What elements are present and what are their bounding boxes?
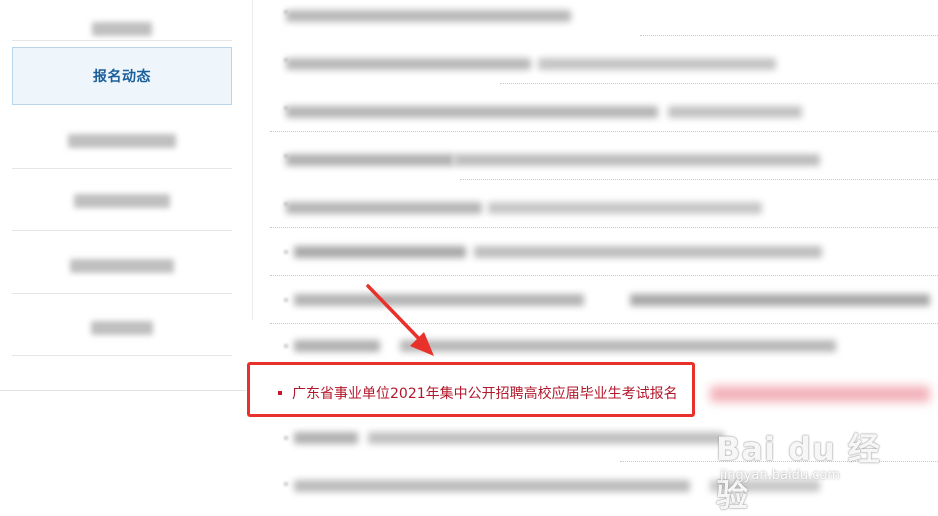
list-item[interactable] bbox=[270, 38, 938, 84]
bullet bbox=[284, 250, 288, 254]
blurred-text bbox=[286, 106, 658, 118]
divider bbox=[12, 168, 232, 169]
blurred-text bbox=[630, 294, 930, 306]
divider bbox=[270, 227, 938, 228]
divider bbox=[12, 355, 232, 356]
divider bbox=[640, 35, 938, 36]
blurred-label bbox=[70, 259, 174, 273]
blurred-label bbox=[68, 134, 176, 148]
list-item[interactable] bbox=[270, 416, 938, 462]
list-item[interactable] bbox=[270, 462, 938, 508]
list-item[interactable] bbox=[270, 182, 938, 228]
sidebar-item-3[interactable] bbox=[12, 112, 232, 170]
blurred-text bbox=[294, 246, 466, 258]
blurred-text bbox=[286, 10, 571, 22]
sidebar-item-6[interactable] bbox=[12, 299, 232, 357]
blurred-text bbox=[488, 202, 762, 214]
divider bbox=[270, 275, 938, 276]
blurred-text bbox=[286, 154, 454, 166]
list-item[interactable] bbox=[270, 86, 938, 132]
bullet bbox=[284, 436, 288, 440]
list-item[interactable] bbox=[270, 0, 938, 36]
blurred-text bbox=[286, 58, 531, 70]
blurred-label bbox=[91, 321, 153, 335]
divider bbox=[460, 179, 938, 180]
sidebar-item-4[interactable] bbox=[12, 172, 232, 230]
blurred-text bbox=[668, 106, 802, 118]
article-list bbox=[270, 0, 938, 508]
blurred-text bbox=[538, 58, 776, 70]
sidebar-nav: 报名动态 bbox=[0, 0, 246, 392]
sidebar-item-label: 报名动态 bbox=[93, 69, 151, 85]
divider bbox=[500, 83, 938, 84]
blurred-label bbox=[92, 22, 152, 36]
bullet bbox=[284, 298, 288, 302]
blurred-text bbox=[710, 386, 930, 402]
bullet bbox=[284, 482, 288, 486]
list-item[interactable] bbox=[270, 230, 938, 276]
blurred-text bbox=[368, 432, 724, 444]
divider bbox=[12, 230, 232, 231]
blurred-text bbox=[294, 432, 358, 444]
blurred-text bbox=[286, 202, 482, 214]
divider bbox=[12, 293, 232, 294]
blurred-text bbox=[400, 340, 836, 352]
list-item[interactable] bbox=[270, 134, 938, 180]
divider bbox=[0, 390, 246, 391]
column-divider bbox=[252, 0, 253, 320]
blurred-text bbox=[710, 480, 820, 492]
sidebar-item-5[interactable] bbox=[12, 237, 232, 295]
bullet bbox=[284, 344, 288, 348]
blurred-text bbox=[474, 246, 822, 258]
blurred-text bbox=[454, 154, 820, 166]
annotation-arrow-icon bbox=[366, 284, 434, 356]
blurred-label bbox=[74, 194, 170, 208]
blurred-text bbox=[294, 480, 690, 492]
divider bbox=[270, 131, 938, 132]
divider bbox=[12, 40, 232, 41]
sidebar-item-registration-news[interactable]: 报名动态 bbox=[12, 47, 232, 105]
annotation-highlight-box bbox=[247, 362, 695, 417]
